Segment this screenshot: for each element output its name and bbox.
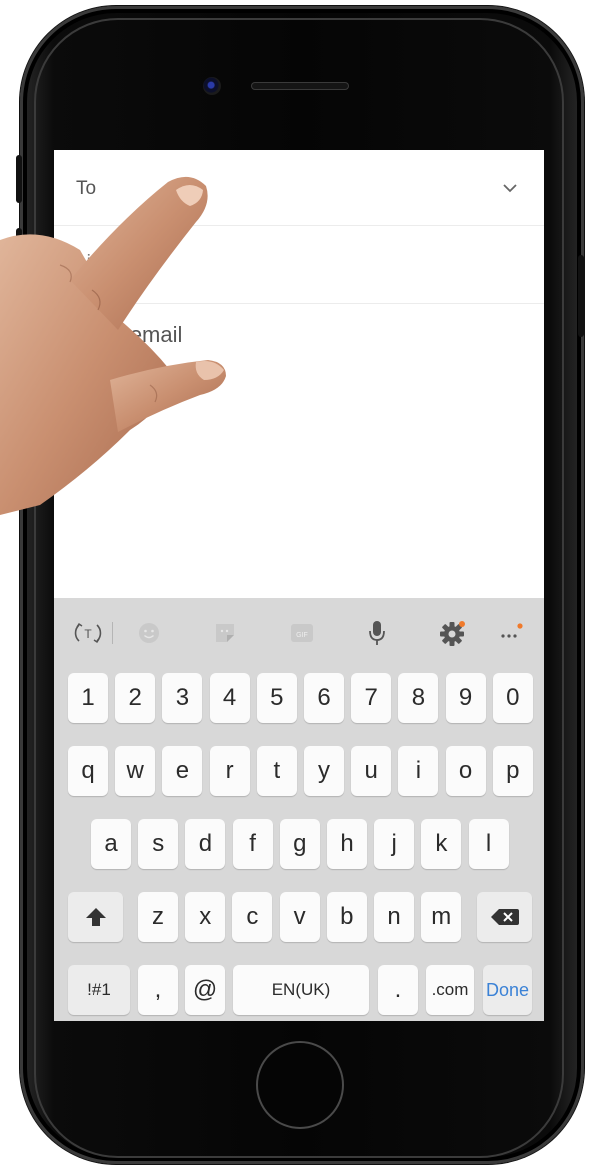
dotcom-key[interactable]: .com — [426, 965, 474, 1015]
shift-arrow-icon — [85, 908, 106, 926]
comma-key[interactable]: , — [138, 965, 178, 1015]
key-z[interactable]: z — [138, 892, 178, 942]
key-u[interactable]: u — [351, 746, 392, 796]
key-8[interactable]: 8 — [398, 673, 439, 723]
gif-icon-label: GIF — [296, 632, 308, 639]
key-v[interactable]: v — [279, 892, 320, 942]
key-p[interactable]: p — [492, 746, 533, 796]
key-m[interactable]: m — [421, 892, 462, 942]
settings-icon[interactable] — [439, 620, 467, 646]
more-notification-dot — [517, 623, 523, 629]
key-7[interactable]: 7 — [351, 673, 392, 723]
text-mode-icon[interactable]: T — [72, 620, 104, 646]
mic-icon[interactable] — [364, 620, 390, 646]
key-1[interactable]: 1 — [68, 673, 108, 723]
key-c[interactable]: c — [232, 892, 273, 942]
subject-input[interactable]: bj — [76, 252, 91, 274]
key-5[interactable]: 5 — [256, 673, 297, 723]
key-o[interactable]: o — [445, 746, 486, 796]
key-r[interactable]: r — [209, 746, 250, 796]
email-compose-screen: To bj pose email T GIF 1 2 3 4 5 6 7 8 9… — [54, 150, 544, 1021]
key-3[interactable]: 3 — [162, 673, 203, 723]
done-key[interactable]: Done — [483, 965, 532, 1015]
key-0[interactable]: 0 — [492, 673, 533, 723]
gif-icon[interactable]: GIF — [289, 620, 315, 646]
svg-text:T: T — [84, 627, 92, 641]
mute-switch — [16, 155, 22, 203]
compose-body-field[interactable]: pose email — [76, 322, 182, 348]
toolbar-divider — [110, 620, 114, 646]
key-x[interactable]: x — [185, 892, 226, 942]
emoji-icon[interactable] — [136, 620, 162, 646]
to-field-row[interactable]: To — [54, 150, 544, 226]
key-w[interactable]: w — [115, 746, 156, 796]
symbols-key[interactable]: !#1 — [68, 965, 130, 1015]
key-d[interactable]: d — [185, 819, 226, 869]
earpiece-speaker — [251, 82, 349, 90]
volume-up-button — [16, 228, 22, 298]
key-f[interactable]: f — [232, 819, 273, 869]
key-9[interactable]: 9 — [445, 673, 486, 723]
key-4[interactable]: 4 — [209, 673, 250, 723]
key-a[interactable]: a — [91, 819, 131, 869]
space-key[interactable]: EN(UK) — [233, 965, 369, 1015]
subject-field-row[interactable]: bj — [54, 226, 544, 304]
keyboard-toolbar: T GIF — [54, 598, 544, 668]
settings-notification-dot — [459, 621, 465, 627]
key-b[interactable]: b — [326, 892, 367, 942]
key-h[interactable]: h — [327, 819, 367, 869]
key-l[interactable]: l — [468, 819, 509, 869]
backspace-key[interactable] — [477, 892, 532, 942]
to-label: To — [76, 178, 97, 199]
sticker-icon[interactable] — [212, 620, 238, 646]
more-icon[interactable] — [497, 620, 525, 646]
key-e[interactable]: e — [162, 746, 203, 796]
key-2[interactable]: 2 — [115, 673, 156, 723]
key-s[interactable]: s — [138, 819, 179, 869]
front-camera — [203, 77, 221, 95]
on-screen-keyboard: T GIF 1 2 3 4 5 6 7 8 9 0 q w e r t y u … — [54, 598, 544, 1021]
key-y[interactable]: y — [304, 746, 344, 796]
shift-key[interactable] — [68, 892, 123, 942]
home-button[interactable] — [256, 1041, 344, 1129]
at-key[interactable]: @ — [185, 965, 225, 1015]
key-i[interactable]: i — [398, 746, 439, 796]
period-key[interactable]: . — [378, 965, 418, 1015]
key-6[interactable]: 6 — [304, 673, 344, 723]
key-j[interactable]: j — [374, 819, 415, 869]
power-button — [578, 255, 584, 337]
key-n[interactable]: n — [374, 892, 414, 942]
backspace-icon — [490, 909, 519, 925]
key-k[interactable]: k — [421, 819, 462, 869]
key-g[interactable]: g — [279, 819, 320, 869]
chevron-down-icon[interactable] — [500, 178, 520, 198]
key-t[interactable]: t — [256, 746, 297, 796]
key-q[interactable]: q — [68, 746, 108, 796]
